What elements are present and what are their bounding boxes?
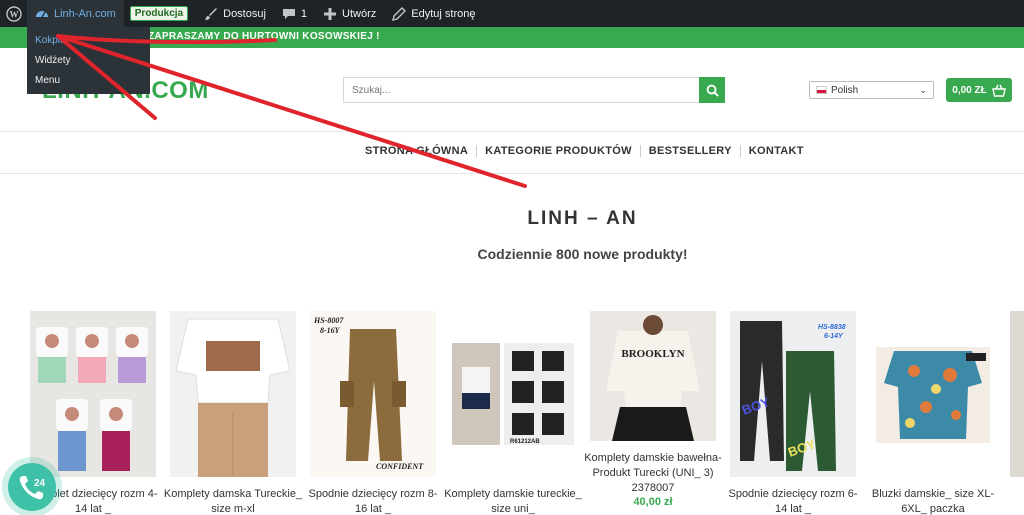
- nav-divider: [0, 173, 1024, 174]
- site-name-label: Linh-An.com: [54, 7, 116, 20]
- plus-icon: [324, 7, 337, 20]
- cart-button[interactable]: 0,00 ZŁ: [946, 78, 1012, 102]
- product-name[interactable]: Spodnie dziecięcy rozm 6-14 lat _: [723, 487, 863, 515]
- chevron-down-icon: ⌄: [919, 85, 927, 95]
- product-image[interactable]: [30, 311, 156, 477]
- dropdown-item-menus[interactable]: Menu: [27, 71, 150, 91]
- language-select[interactable]: Polish ⌄: [809, 81, 934, 99]
- search-icon: [706, 84, 719, 97]
- customize-button[interactable]: Dostosuj: [196, 0, 274, 27]
- page-subtitle: Codziennie 800 nowe produkty!: [477, 246, 688, 262]
- product-price: 40,00 zł: [633, 496, 673, 508]
- site-menu-dropdown: Kokpit Widżety Menu: [27, 27, 150, 94]
- header-divider: [0, 131, 1024, 132]
- search-form: [343, 77, 725, 103]
- brush-icon: [205, 7, 218, 20]
- edit-page-label: Edytuj stronę: [411, 7, 476, 20]
- basket-icon: [991, 84, 1006, 97]
- pencil-icon: [392, 6, 407, 21]
- product-image-partial[interactable]: [1010, 311, 1024, 477]
- promo-text: ZAPRASZAMY DO HURTOWNI KOSOWSKIEJ !: [148, 31, 380, 42]
- svg-text:W: W: [9, 9, 18, 19]
- poland-flag-icon: [816, 86, 827, 94]
- promo-bar: ZAPRASZAMY DO HURTOWNI KOSOWSKIEJ !: [0, 27, 1024, 48]
- environment-badge: Produkcja: [129, 6, 189, 21]
- svg-text:24: 24: [34, 478, 46, 489]
- svg-text:HS-8838: HS-8838: [818, 324, 846, 331]
- environment-badge-wrap: Produkcja: [124, 0, 196, 27]
- nav-item-categories[interactable]: KATEGORIE PRODUKTÓW: [485, 145, 632, 157]
- edit-page-button[interactable]: Edytuj stronę: [384, 0, 483, 27]
- search-button[interactable]: [699, 77, 725, 103]
- product-image[interactable]: HS-8007 8-16Y CONFIDENT: [310, 311, 436, 477]
- product-name[interactable]: Komplety damskie bawełna-Produkt Turecki…: [583, 451, 723, 496]
- svg-text:8-16Y: 8-16Y: [320, 326, 341, 335]
- main-navigation: STRONA GŁÓWNA KATEGORIE PRODUKTÓW BESTSE…: [365, 145, 804, 157]
- nav-item-home[interactable]: STRONA GŁÓWNA: [365, 145, 468, 157]
- dropdown-item-widgets[interactable]: Widżety: [27, 51, 150, 71]
- product-name[interactable]: Spodnie dziecięcy rozm 8-16 lat _: [303, 487, 443, 515]
- nav-separator: [739, 145, 741, 157]
- customize-label: Dostosuj: [223, 7, 266, 20]
- svg-text:R61212AB: R61212AB: [510, 439, 540, 445]
- nav-separator: [476, 145, 478, 157]
- product-card[interactable]: HS-8007 8-16Y CONFIDENT Spodnie dziecięc…: [308, 311, 438, 515]
- product-card[interactable]: Bluzki damskie_ size XL-6XL_ paczka: [870, 311, 996, 515]
- call-widget-button[interactable]: 24: [8, 463, 56, 511]
- cart-total: 0,00 ZŁ: [952, 84, 987, 96]
- product-card[interactable]: BOY BOY HS-8838 6-14Y Spodnie dziecięcy …: [728, 311, 858, 515]
- product-image[interactable]: [170, 311, 296, 477]
- new-content-label: Utwórz: [342, 7, 377, 20]
- new-content-button[interactable]: Utwórz: [315, 0, 384, 27]
- nav-item-bestsellers[interactable]: BESTSELLERY: [649, 145, 732, 157]
- svg-text:BROOKLYN: BROOKLYN: [621, 348, 684, 360]
- site-name-menu[interactable]: Linh-An.com: [27, 0, 124, 27]
- dropdown-item-dashboard[interactable]: Kokpit: [27, 31, 150, 51]
- comments-button[interactable]: 1: [274, 0, 315, 27]
- nav-separator: [639, 145, 641, 157]
- svg-text:CONFIDENT: CONFIDENT: [376, 462, 424, 471]
- dashboard-icon: [36, 10, 48, 17]
- product-image[interactable]: R61212AB: [450, 311, 576, 477]
- language-label: Polish: [831, 84, 859, 96]
- wordpress-icon: W: [5, 5, 22, 22]
- admin-bar: W Linh-An.com Produkcja Dostosuj 1 Utwór…: [0, 0, 1024, 27]
- search-input[interactable]: [343, 77, 699, 103]
- product-image[interactable]: [870, 311, 996, 477]
- svg-text:HS-8007: HS-8007: [313, 316, 344, 325]
- page-title: LINH – AN: [527, 208, 638, 229]
- product-name[interactable]: Komplety damska Tureckie_ size m-xl: [163, 487, 303, 515]
- product-name[interactable]: Komplety damskie tureckie_ size uni_: [443, 487, 583, 515]
- product-name[interactable]: Bluzki damskie_ size XL-6XL_ paczka: [863, 487, 1003, 515]
- product-card[interactable]: BROOKLYN Komplety damskie bawełna-Produk…: [584, 311, 722, 508]
- product-card[interactable]: R61212AB Komplety damskie tureckie_ size…: [444, 311, 582, 515]
- comments-count: 1: [300, 7, 308, 20]
- nav-item-contact[interactable]: KONTAKT: [749, 145, 804, 157]
- product-image[interactable]: BOY BOY HS-8838 6-14Y: [730, 311, 856, 477]
- product-image[interactable]: BROOKLYN: [590, 311, 716, 441]
- comment-icon: [282, 8, 295, 19]
- wordpress-logo-button[interactable]: W: [0, 0, 27, 27]
- svg-text:6-14Y: 6-14Y: [824, 333, 844, 340]
- phone-24-icon: 24: [19, 476, 46, 500]
- product-card[interactable]: Komplety damska Tureckie_ size m-xl: [164, 311, 302, 515]
